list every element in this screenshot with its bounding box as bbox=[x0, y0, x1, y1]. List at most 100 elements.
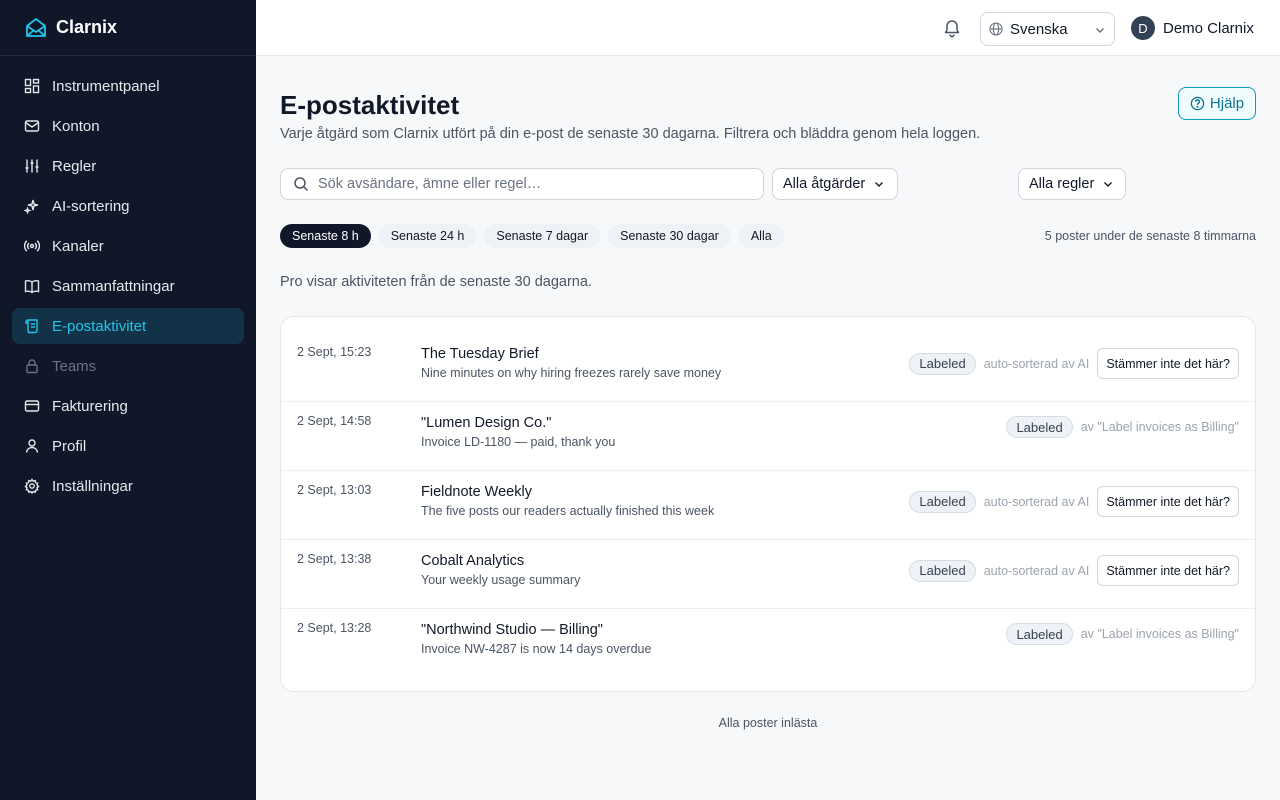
list-item[interactable]: 2 Sept, 14:58 "Lumen Design Co." Invoice… bbox=[281, 402, 1255, 471]
list-item[interactable]: 2 Sept, 15:23 The Tuesday Brief Nine min… bbox=[281, 333, 1255, 402]
actions-filter-select[interactable]: Alla åtgärder bbox=[772, 168, 898, 200]
not-correct-button[interactable]: Stämmer inte det här? bbox=[1097, 486, 1239, 517]
page-subtitle: Varje åtgärd som Clarnix utfört på din e… bbox=[280, 126, 981, 142]
actions-filter-value: Alla åtgärder bbox=[783, 176, 866, 192]
mail-envelope-icon bbox=[26, 17, 46, 37]
label-badge: Labeled bbox=[1006, 623, 1073, 645]
sidebar-item-label: E-postaktivitet bbox=[52, 317, 147, 335]
broadcast-icon bbox=[24, 240, 40, 252]
item-actions: Labeled auto-sorterad av AI Stämmer inte… bbox=[909, 348, 1239, 379]
language-value: Svenska bbox=[1010, 20, 1068, 38]
item-subject: Nine minutes on why hiring freezes rarel… bbox=[421, 366, 722, 380]
rules-filter-value: Alla regler bbox=[1029, 176, 1095, 192]
item-source: auto-sorterad av AI bbox=[983, 563, 1090, 578]
page-title: E-postaktivitet bbox=[280, 90, 460, 120]
time-range-chips: Senaste 8 h Senaste 24 h Senaste 7 dagar… bbox=[280, 224, 792, 248]
sidebar-item-ai-sortering[interactable]: AI-sortering bbox=[12, 188, 244, 224]
avatar: D bbox=[1131, 16, 1155, 40]
item-source: auto-sorterad av AI bbox=[983, 356, 1090, 371]
chevron-down-icon bbox=[1104, 182, 1113, 187]
search-icon bbox=[294, 177, 309, 192]
chip-last-8h[interactable]: Senaste 8 h bbox=[280, 224, 371, 248]
user-menu[interactable]: D Demo Clarnix bbox=[1131, 16, 1254, 40]
rules-filter-select[interactable]: Alla regler bbox=[1018, 168, 1126, 200]
sidebar-item-label: Instrumentpanel bbox=[52, 77, 160, 95]
pro-note: Pro visar aktiviteten från de senaste 30… bbox=[280, 274, 592, 290]
sidebar-item-fakturering[interactable]: Fakturering bbox=[12, 388, 244, 424]
label-badge: Labeled bbox=[909, 352, 976, 375]
gear-icon bbox=[24, 478, 40, 494]
item-time: 2 Sept, 14:58 bbox=[297, 414, 372, 428]
sidebar-nav: Instrumentpanel Konton Regler AI-sorteri… bbox=[0, 56, 256, 520]
sidebar-item-label: Fakturering bbox=[52, 397, 128, 415]
label-badge: Labeled bbox=[909, 490, 976, 513]
chip-last-24h[interactable]: Senaste 24 h bbox=[378, 224, 477, 248]
chip-all[interactable]: Alla bbox=[738, 224, 784, 248]
item-actions: Labeled auto-sorterad av AI Stämmer inte… bbox=[909, 486, 1239, 517]
sidebar-item-instrumentpanel[interactable]: Instrumentpanel bbox=[12, 68, 244, 104]
item-sender: "Northwind Studio — Billing" bbox=[421, 622, 603, 638]
all-loaded-note: Alla poster inlästa bbox=[718, 716, 818, 730]
language-select[interactable]: Svenska bbox=[980, 12, 1115, 46]
sidebar-item-label: Profil bbox=[52, 437, 87, 455]
item-source: av "Label invoices as Billing" bbox=[1080, 627, 1239, 641]
result-count: 5 poster under de senaste 8 timmarna bbox=[1044, 229, 1256, 243]
item-actions: Labeled av "Label invoices as Billing" bbox=[1006, 416, 1239, 438]
bell-icon[interactable] bbox=[942, 18, 962, 38]
brand-name: Clarnix bbox=[56, 17, 118, 37]
topbar: Svenska D Demo Clarnix bbox=[256, 0, 1280, 56]
sidebar-item-kanaler[interactable]: Kanaler bbox=[12, 228, 244, 264]
list-item[interactable]: 2 Sept, 13:28 "Northwind Studio — Billin… bbox=[281, 609, 1255, 678]
chevron-down-icon bbox=[875, 182, 884, 187]
mail-icon bbox=[24, 120, 40, 132]
item-source: av "Label invoices as Billing" bbox=[1080, 420, 1239, 434]
not-correct-button[interactable]: Stämmer inte det här? bbox=[1097, 348, 1239, 379]
sidebar-item-teams[interactable]: Teams bbox=[12, 348, 244, 384]
sliders-icon bbox=[25, 159, 39, 173]
list-item[interactable]: 2 Sept, 13:38 Cobalt Analytics Your week… bbox=[281, 540, 1255, 609]
brand[interactable]: Clarnix bbox=[0, 0, 256, 56]
sidebar-item-regler[interactable]: Regler bbox=[12, 148, 244, 184]
book-icon bbox=[24, 280, 40, 294]
sidebar-item-label: Konton bbox=[52, 117, 100, 135]
dashboard-icon bbox=[24, 78, 40, 94]
item-subject: Invoice LD-1180 — paid, thank you bbox=[421, 435, 616, 449]
help-button[interactable]: Hjälp bbox=[1178, 87, 1256, 120]
item-time: 2 Sept, 13:38 bbox=[297, 552, 372, 566]
item-sender: "Lumen Design Co." bbox=[421, 415, 552, 431]
sidebar-item-profil[interactable]: Profil bbox=[12, 428, 244, 464]
user-name: Demo Clarnix bbox=[1163, 19, 1254, 37]
list-item[interactable]: 2 Sept, 13:03 Fieldnote Weekly The five … bbox=[281, 471, 1255, 540]
sidebar-item-label: Sammanfattningar bbox=[52, 277, 175, 295]
item-sender: Cobalt Analytics bbox=[421, 553, 525, 569]
label-badge: Labeled bbox=[909, 559, 976, 582]
item-subject: Your weekly usage summary bbox=[421, 573, 581, 587]
sidebar-item-installningar[interactable]: Inställningar bbox=[12, 468, 244, 504]
sparkles-icon bbox=[24, 199, 39, 214]
item-sender: Fieldnote Weekly bbox=[421, 484, 532, 500]
sidebar-item-label: Kanaler bbox=[52, 237, 104, 255]
sidebar-item-e-postaktivitet[interactable]: E-postaktivitet bbox=[12, 308, 244, 344]
not-correct-button[interactable]: Stämmer inte det här? bbox=[1097, 555, 1239, 586]
search-box[interactable] bbox=[280, 168, 764, 200]
chip-last-30-days[interactable]: Senaste 30 dagar bbox=[608, 224, 731, 248]
chip-last-7-days[interactable]: Senaste 7 dagar bbox=[484, 224, 601, 248]
question-circle-icon bbox=[1190, 96, 1205, 111]
item-time: 2 Sept, 13:03 bbox=[297, 483, 372, 497]
item-source: auto-sorterad av AI bbox=[983, 494, 1090, 509]
user-icon bbox=[25, 439, 39, 453]
item-actions: Labeled av "Label invoices as Billing" bbox=[1006, 623, 1239, 645]
item-actions: Labeled auto-sorterad av AI Stämmer inte… bbox=[909, 555, 1239, 586]
sidebar-item-konton[interactable]: Konton bbox=[12, 108, 244, 144]
activity-list: 2 Sept, 15:23 The Tuesday Brief Nine min… bbox=[280, 316, 1256, 692]
sidebar-item-label: Regler bbox=[52, 157, 97, 175]
item-time: 2 Sept, 15:23 bbox=[297, 345, 372, 359]
credit-card-icon bbox=[24, 400, 40, 412]
sidebar-item-label: Teams bbox=[52, 357, 97, 375]
sidebar-item-sammanfattningar[interactable]: Sammanfattningar bbox=[12, 268, 244, 304]
sidebar-item-label: AI-sortering bbox=[52, 197, 130, 215]
item-sender: The Tuesday Brief bbox=[421, 346, 539, 362]
item-subject: The five posts our readers actually fini… bbox=[421, 504, 715, 518]
lock-icon bbox=[26, 359, 38, 374]
search-input[interactable] bbox=[318, 176, 758, 192]
